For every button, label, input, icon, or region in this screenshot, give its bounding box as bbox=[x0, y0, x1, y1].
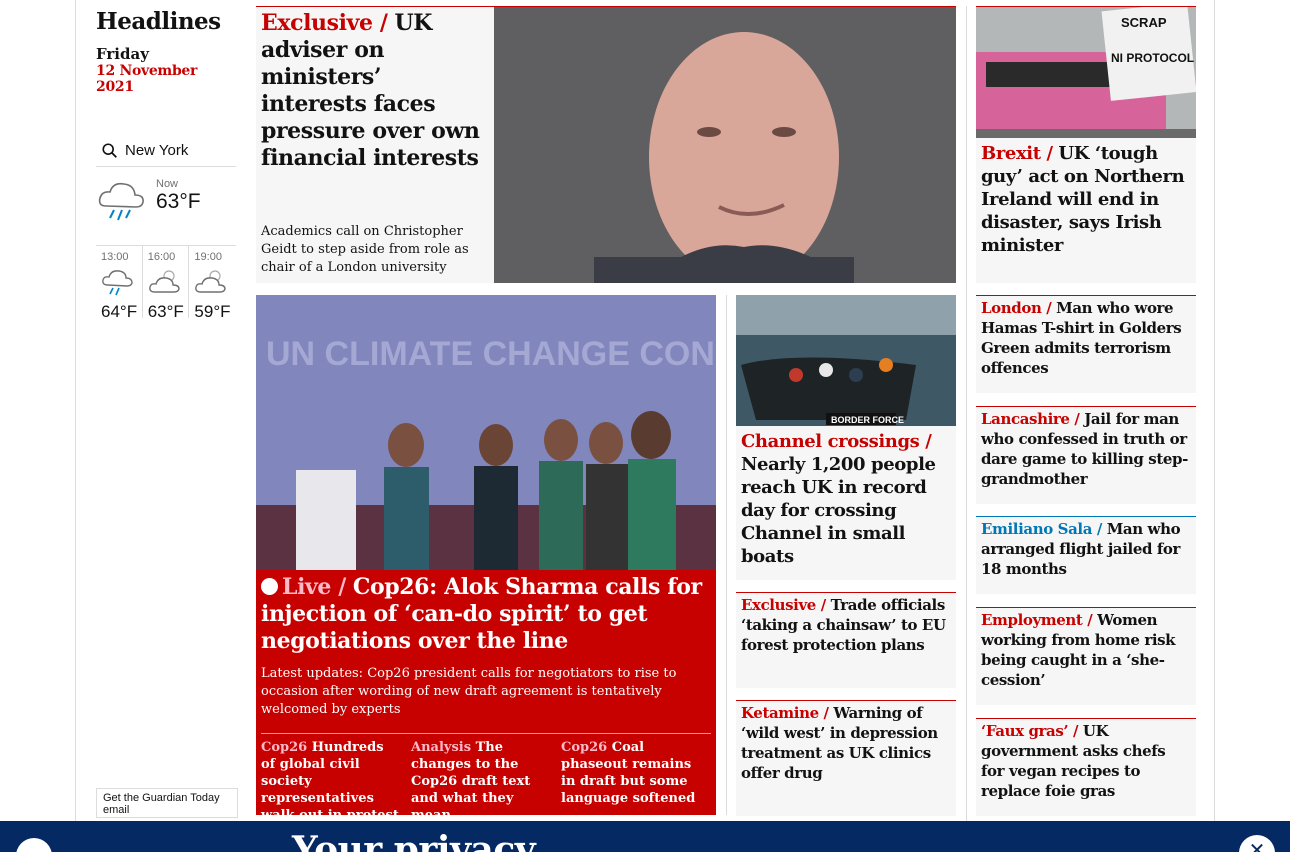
related-link[interactable]: Cop26 Hundreds of global civil society r… bbox=[261, 733, 411, 815]
weather-now: Now 63°F bbox=[96, 176, 236, 246]
forecast-temp: 64°F bbox=[101, 302, 138, 321]
border-force-boat-photo: BORDER FORCE bbox=[736, 295, 956, 426]
faux-gras-story-card[interactable]: ‘Faux gras’ / UK government asks chefs f… bbox=[976, 718, 1196, 816]
forecast-time: 16:00 bbox=[147, 251, 176, 263]
story-headline-block: London / Man who wore Hamas T-shirt in G… bbox=[976, 296, 1196, 380]
story-kicker: ‘Faux gras’ / bbox=[981, 722, 1079, 740]
date-full: 12 November 2021 bbox=[96, 63, 198, 95]
privacy-banner: Your privacy ✕ bbox=[0, 821, 1290, 852]
forecast-item: 16:00 63°F bbox=[143, 246, 190, 321]
lancashire-story-card[interactable]: Lancashire / Jail for man who confessed … bbox=[976, 406, 1196, 504]
story-headline-block: Emiliano Sala / Man who arranged flight … bbox=[976, 517, 1196, 581]
related-link[interactable]: Analysis The changes to the Cop26 draft … bbox=[411, 733, 561, 815]
story-headline-block: Live / Cop26: Alok Sharma calls for inje… bbox=[256, 570, 716, 659]
story-headline-block: Ketamine / Warning of ‘wild west’ in dep… bbox=[736, 701, 956, 785]
lead-story-headline-block: Exclusive / UK adviser on ministers’ int… bbox=[261, 10, 486, 172]
sun-cloud-icon bbox=[195, 270, 227, 293]
close-icon[interactable]: ✕ bbox=[1239, 835, 1275, 852]
sun-cloud-icon bbox=[148, 270, 180, 293]
employment-story-card[interactable]: Employment / Women working from home ris… bbox=[976, 607, 1196, 705]
weather-forecast: 13:00 64°F 16:00 63°F 19:00 59°F bbox=[96, 246, 236, 321]
headlines-sidebar: Headlines Friday 12 November 2021 New Yo… bbox=[96, 0, 238, 820]
conference-photo: UN CLIMATE CHANGE CONFERENCE UK 2021 bbox=[256, 295, 716, 570]
cop26-live-card[interactable]: UN CLIMATE CHANGE CONFERENCE UK 2021 Liv… bbox=[256, 295, 716, 815]
forecast-temp: 63°F bbox=[147, 302, 184, 321]
story-image: BORDER FORCE bbox=[736, 295, 956, 426]
related-links: Cop26 Hundreds of global civil society r… bbox=[256, 733, 716, 815]
story-kicker: Channel crossings / bbox=[741, 431, 932, 452]
sign-text-scrap: SCRAP bbox=[1121, 15, 1167, 30]
weather-location: New York bbox=[125, 142, 189, 159]
date-day: Friday bbox=[96, 45, 149, 63]
rain-cloud-icon bbox=[98, 182, 144, 221]
sala-story-card[interactable]: Emiliano Sala / Man who arranged flight … bbox=[976, 516, 1196, 594]
ketamine-story-card[interactable]: Ketamine / Warning of ‘wild west’ in dep… bbox=[736, 700, 956, 816]
sign-text-protocol: NI PROTOCOL bbox=[1111, 51, 1194, 65]
story-image: UN CLIMATE CHANGE CONFERENCE UK 2021 bbox=[256, 295, 716, 570]
story-headline-block: Channel crossings / Nearly 1,200 people … bbox=[736, 426, 956, 572]
guardian-logo-icon bbox=[16, 838, 52, 852]
story-image bbox=[494, 7, 956, 283]
weather-now-label: Now bbox=[156, 178, 179, 190]
story-headline: Nearly 1,200 people reach UK in record d… bbox=[741, 454, 936, 567]
story-kicker: Lancashire / bbox=[981, 410, 1080, 428]
story-kicker: Exclusive / bbox=[261, 10, 388, 36]
story-kicker: Exclusive / bbox=[741, 596, 826, 614]
page: Headlines Friday 12 November 2021 New Yo… bbox=[75, 0, 1215, 852]
channel-crossings-card[interactable]: BORDER FORCE Channel crossings / Nearly … bbox=[736, 295, 956, 580]
story-image: SCRAP NI PROTOCOL bbox=[976, 7, 1196, 138]
london-story-card[interactable]: London / Man who wore Hamas T-shirt in G… bbox=[976, 295, 1196, 393]
forecast-time: 19:00 bbox=[194, 251, 222, 263]
related-link-kicker: Analysis bbox=[411, 740, 472, 755]
rain-cloud-icon bbox=[102, 270, 133, 296]
story-kicker: London / bbox=[981, 299, 1052, 317]
forecast-item: 19:00 59°F bbox=[189, 246, 236, 321]
related-link-kicker: Cop26 bbox=[561, 740, 608, 755]
story-kicker: Brexit / bbox=[981, 143, 1053, 164]
story-headline-block: Lancashire / Jail for man who confessed … bbox=[976, 407, 1196, 491]
column-divider bbox=[966, 6, 967, 821]
story-kicker: Emiliano Sala / bbox=[981, 520, 1102, 538]
column-divider bbox=[726, 295, 727, 815]
forecast-time: 13:00 bbox=[101, 251, 129, 263]
related-link[interactable]: Cop26 Coal phaseout remains in draft but… bbox=[561, 733, 711, 815]
search-icon bbox=[102, 142, 117, 158]
brexit-story-card[interactable]: SCRAP NI PROTOCOL Brexit / UK ‘tough guy… bbox=[976, 6, 1196, 283]
story-kicker: Employment / bbox=[981, 611, 1093, 629]
story-headline-block: ‘Faux gras’ / UK government asks chefs f… bbox=[976, 719, 1196, 803]
forecast-item: 13:00 64°F bbox=[96, 246, 143, 321]
portrait-photo bbox=[494, 7, 956, 283]
story-standfirst: Academics call on Christopher Geidt to s… bbox=[261, 224, 469, 275]
newsletter-signup-link[interactable]: Get the Guardian Today email bbox=[96, 788, 238, 818]
trade-story-card[interactable]: Exclusive / Trade officials ‘taking a ch… bbox=[736, 592, 956, 688]
burnt-bus-photo: SCRAP NI PROTOCOL bbox=[976, 7, 1196, 138]
boat-text: BORDER FORCE bbox=[831, 415, 904, 425]
story-headline-block: Exclusive / Trade officials ‘taking a ch… bbox=[736, 593, 956, 657]
privacy-banner-title: Your privacy bbox=[292, 829, 536, 852]
conference-backdrop-text: UN CLIMATE CHANGE CONFERENCE UK 2021 bbox=[266, 335, 716, 373]
story-headline-block: Employment / Women working from home ris… bbox=[976, 608, 1196, 692]
story-kicker: Live / bbox=[282, 574, 346, 600]
live-indicator-icon bbox=[261, 578, 278, 595]
weather-now-temp: 63°F bbox=[156, 190, 201, 213]
lead-story-card[interactable]: Exclusive / UK adviser on ministers’ int… bbox=[256, 6, 956, 283]
related-link-kicker: Cop26 bbox=[261, 740, 308, 755]
story-headline-block: Brexit / UK ‘tough guy’ act on Northern … bbox=[976, 138, 1196, 261]
story-kicker: Ketamine / bbox=[741, 704, 829, 722]
forecast-temp: 59°F bbox=[194, 302, 231, 321]
section-title: Headlines bbox=[96, 8, 221, 35]
story-standfirst: Latest updates: Cop26 president calls fo… bbox=[261, 666, 677, 717]
weather-location-search[interactable]: New York bbox=[96, 135, 236, 167]
